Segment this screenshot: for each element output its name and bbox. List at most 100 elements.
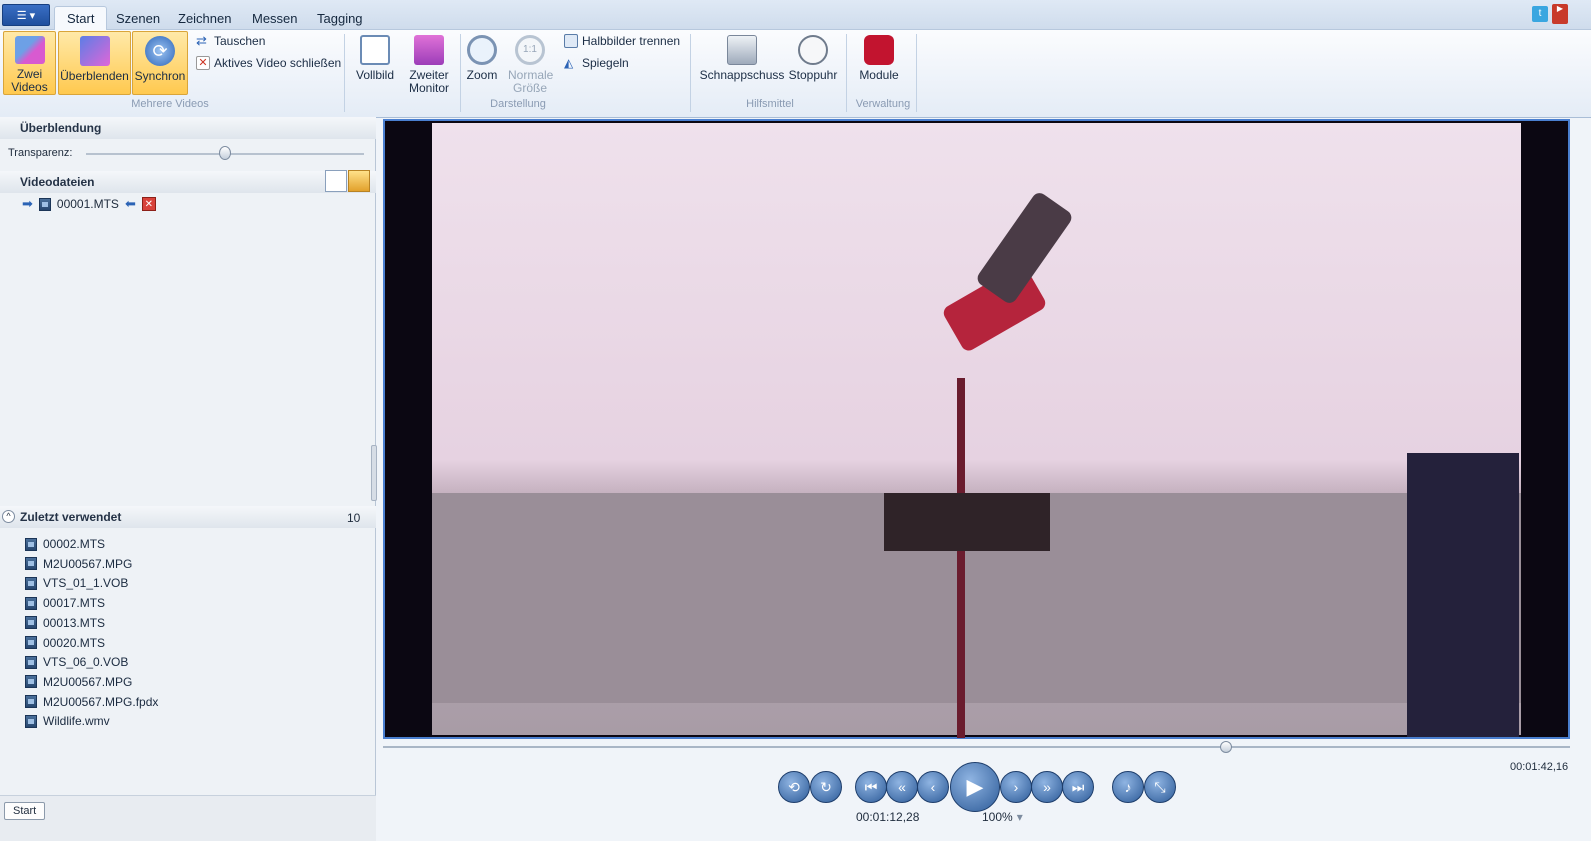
stoppuhr-button[interactable]: Stoppuhr xyxy=(786,31,840,95)
transparenz-label: Transparenz: xyxy=(8,147,73,159)
stopwatch-icon xyxy=(798,35,828,65)
youtube-icon[interactable]: ▶ xyxy=(1552,4,1568,24)
project-file-icon xyxy=(25,695,37,709)
ueberblenden-button[interactable]: Überblenden xyxy=(58,31,131,95)
current-file-row[interactable]: ➡ 00001.MTS ⬅ ✕ xyxy=(22,196,156,212)
recent-file-item[interactable]: 00020.MTS xyxy=(25,636,105,650)
fast-backward-icon[interactable]: « xyxy=(886,771,918,803)
open-folder-icon[interactable] xyxy=(348,170,370,192)
fast-forward-icon[interactable]: » xyxy=(1031,771,1063,803)
two-videos-icon xyxy=(14,36,45,64)
zwei-videos-button[interactable]: Zwei Videos xyxy=(3,31,56,95)
ueberblendung-header: Überblendung xyxy=(0,117,376,139)
recent-file-item[interactable]: 00013.MTS xyxy=(25,616,105,630)
last-frame-icon[interactable]: ⏭ xyxy=(1062,771,1094,803)
video-player[interactable] xyxy=(383,119,1570,739)
fit-screen-icon[interactable]: ⤡ xyxy=(1144,771,1176,803)
schnappschuss-button[interactable]: Schnappschuss xyxy=(700,31,784,95)
twitter-icon[interactable]: t xyxy=(1532,6,1548,22)
recent-file-item[interactable]: Wildlife.wmv xyxy=(25,714,110,728)
step-forward-icon[interactable]: › xyxy=(1000,771,1032,803)
zuletzt-header: Zuletzt verwendet xyxy=(0,506,376,528)
tab-zeichnen[interactable]: Zeichnen xyxy=(166,6,243,30)
remove-file-icon[interactable]: ✕ xyxy=(141,197,156,211)
group-hilfsmittel: Hilfsmittel xyxy=(746,98,794,110)
recent-file-item[interactable]: M2U00567.MPG xyxy=(25,557,132,571)
film-icon xyxy=(25,616,37,630)
group-verwaltung: Verwaltung xyxy=(855,98,911,110)
arrow-left-icon[interactable]: ⬅ xyxy=(125,196,136,212)
video-frame xyxy=(432,123,1521,738)
recent-file-name: M2U00567.MPG.fpdx xyxy=(43,694,159,709)
vollbild-label: Vollbild xyxy=(355,68,395,82)
recent-file-item[interactable]: 00002.MTS xyxy=(25,537,105,551)
seek-track[interactable] xyxy=(383,746,1570,748)
zuletzt-title: Zuletzt verwendet xyxy=(20,510,122,524)
recent-file-item[interactable]: VTS_01_1.VOB xyxy=(25,576,128,590)
tauschen-button[interactable]: ⇄ Tauschen xyxy=(196,33,265,49)
loop-icon[interactable]: ⟲ xyxy=(778,771,810,803)
ueberblenden-label: Überblenden xyxy=(60,69,129,83)
recent-file-item[interactable]: M2U00567.MPG xyxy=(25,675,132,689)
recent-file-name: 00002.MTS xyxy=(43,537,106,551)
swap-icon: ⇄ xyxy=(196,33,207,48)
group-darstellung: Darstellung xyxy=(490,98,546,110)
zweiter-monitor-button[interactable]: Zweiter Monitor xyxy=(400,31,458,95)
vollbild-button[interactable]: Vollbild xyxy=(352,31,398,95)
zoom-select[interactable]: 100% ▾ xyxy=(982,810,1023,824)
recent-file-item[interactable]: 00017.MTS xyxy=(25,596,105,610)
scoreboard xyxy=(884,493,1050,551)
tab-messen[interactable]: Messen xyxy=(240,6,310,30)
new-file-icon[interactable] xyxy=(325,170,347,192)
tab-start[interactable]: Start xyxy=(54,6,108,30)
first-frame-icon[interactable]: ⏮ xyxy=(855,771,887,803)
zoom-label: Zoom xyxy=(466,68,498,82)
seek-handle[interactable] xyxy=(1219,741,1232,753)
recent-file-name: 00020.MTS xyxy=(43,635,106,650)
recent-file-item[interactable]: M2U00567.MPG.fpdx xyxy=(25,695,158,709)
menu-icon: ☰ xyxy=(16,9,27,22)
module-button[interactable]: Module xyxy=(852,31,906,95)
zoom-value: 100% xyxy=(982,810,1013,824)
transparenz-slider-handle[interactable] xyxy=(219,146,231,160)
videodateien-header: Videodateien xyxy=(0,171,376,193)
halbbilder-label: Halbbilder trennen xyxy=(582,34,681,48)
recent-file-name: 00017.MTS xyxy=(43,596,106,611)
chevron-down-icon: ▾ xyxy=(1016,810,1023,824)
stoppuhr-label: Stoppuhr xyxy=(788,68,838,82)
left-panel xyxy=(0,119,376,841)
normale-groesse-label: Normale Größe xyxy=(508,68,554,95)
app-menu-button[interactable]: ☰ ▾ xyxy=(2,4,50,26)
chevron-down-icon: ▾ xyxy=(29,9,36,22)
current-file-name: 00001.MTS xyxy=(56,197,119,211)
start-tab[interactable]: Start xyxy=(4,802,46,820)
step-backward-icon[interactable]: ‹ xyxy=(917,771,949,803)
synchron-button[interactable]: ⟳ Synchron xyxy=(132,31,188,95)
camera-icon xyxy=(727,35,757,65)
halbbilder-trennen-button[interactable]: Halbbilder trennen xyxy=(564,34,680,48)
collapse-icon[interactable]: ^ xyxy=(2,510,15,523)
aktives-video-schliessen-button[interactable]: ✕ Aktives Video schließen xyxy=(196,56,341,70)
film-icon xyxy=(25,537,37,551)
sync-icon: ⟳ xyxy=(145,36,175,66)
film-icon xyxy=(25,636,37,649)
splitter-handle[interactable] xyxy=(371,445,377,501)
film-icon xyxy=(25,576,37,590)
repeat-icon[interactable]: ↻ xyxy=(810,771,842,803)
zweiter-monitor-label: Zweiter Monitor xyxy=(408,68,449,95)
zoom-button[interactable]: Zoom xyxy=(464,31,500,95)
separator xyxy=(690,34,691,112)
mirror-icon: ◭ xyxy=(564,56,574,70)
normale-groesse-button[interactable]: 1:1 Normale Größe xyxy=(505,31,555,95)
play-button[interactable]: ▶ xyxy=(950,762,1000,812)
film-icon xyxy=(25,596,37,610)
spiegeln-button[interactable]: ◭ Spiegeln xyxy=(564,56,629,70)
recent-file-item[interactable]: VTS_06_0.VOB xyxy=(25,655,128,669)
tab-tagging[interactable]: Tagging xyxy=(305,6,375,30)
recent-file-name: M2U00567.MPG xyxy=(43,556,133,571)
fields-icon xyxy=(564,34,578,48)
tab-szenen[interactable]: Szenen xyxy=(104,6,172,30)
synchron-label: Synchron xyxy=(134,69,186,83)
zwei-videos-label: Zwei Videos xyxy=(11,67,48,94)
volume-icon[interactable]: ♪ xyxy=(1112,771,1144,803)
